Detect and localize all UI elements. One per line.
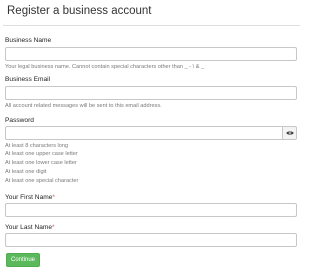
last-name-label: Your Last Name* [5, 224, 55, 231]
eye-icon [285, 131, 294, 135]
last-name-label-text: Your Last Name [5, 224, 53, 231]
title-divider [3, 25, 300, 26]
first-name-label-text: Your First Name [5, 194, 53, 201]
business-name-label: Business Name [5, 37, 52, 44]
continue-button[interactable]: Continue [6, 253, 40, 267]
show-password-toggle[interactable] [282, 126, 297, 140]
first-name-label: Your First Name* [5, 194, 55, 201]
business-email-input[interactable] [5, 86, 297, 100]
business-email-label: Business Email [5, 76, 51, 83]
password-rule: At least one digit [5, 169, 47, 175]
password-rule: At least one lower case letter [5, 160, 77, 166]
business-email-help: All account related messages will be sen… [5, 103, 162, 109]
password-group [5, 126, 297, 140]
business-name-help: Your legal business name. Cannot contain… [5, 64, 205, 70]
password-label: Password [5, 117, 34, 124]
first-name-input[interactable] [5, 203, 297, 217]
password-rule: At least one upper case letter [5, 151, 78, 157]
password-rule: At least one special character [5, 178, 79, 184]
required-marker: * [52, 194, 55, 201]
password-input[interactable] [5, 126, 283, 140]
page-title: Register a business account [7, 5, 152, 17]
business-name-input[interactable] [5, 47, 297, 61]
required-marker: * [52, 224, 55, 231]
last-name-input[interactable] [5, 233, 297, 247]
password-rule: At least 8 characters long [5, 143, 69, 149]
